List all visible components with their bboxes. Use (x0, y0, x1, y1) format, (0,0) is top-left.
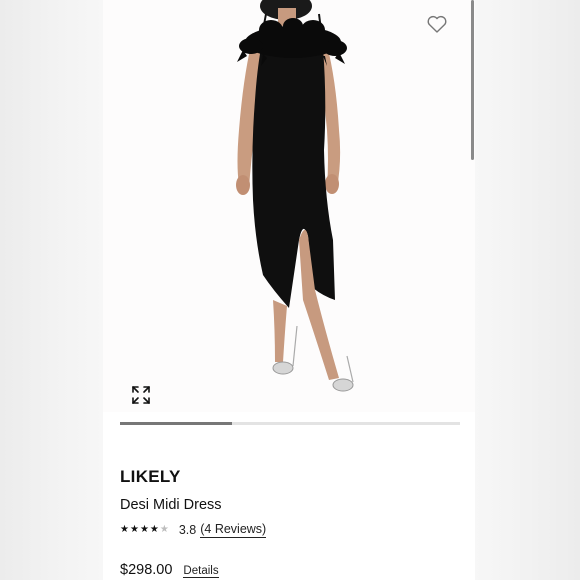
product-image[interactable] (103, 0, 475, 412)
product-screen: LIKELY Desi Midi Dress ★ ★ ★ ★ ★ 3.8 (4 Revi… (103, 0, 475, 580)
star-icon: ★ (159, 524, 169, 535)
product-title: Desi Midi Dress (120, 497, 222, 513)
background-left (0, 0, 103, 580)
price-row: $298.00 Details (120, 562, 219, 578)
dress-model-photo (236, 0, 354, 392)
star-icon: ★ (149, 524, 159, 535)
star-rating: ★ ★ ★ ★ ★ (120, 525, 170, 535)
reviews-link[interactable]: (4 Reviews) (200, 522, 267, 538)
rating-value: 3.8 (178, 523, 197, 537)
product-price: $298.00 (120, 562, 173, 578)
favorite-heart-icon[interactable] (425, 12, 449, 36)
scrollbar[interactable] (471, 0, 474, 160)
expand-arrows-icon[interactable] (130, 384, 152, 406)
rating-row: ★ ★ ★ ★ ★ 3.8 (4 Reviews) (120, 522, 267, 538)
background-right (475, 0, 580, 580)
star-icon: ★ (139, 524, 149, 535)
brand-name[interactable]: LIKELY (120, 467, 181, 487)
gallery-progress-fill (120, 422, 233, 425)
details-link[interactable]: Details (183, 565, 219, 578)
gallery-progress-track (120, 422, 460, 425)
star-icon: ★ (120, 524, 129, 535)
star-icon: ★ (129, 524, 139, 535)
